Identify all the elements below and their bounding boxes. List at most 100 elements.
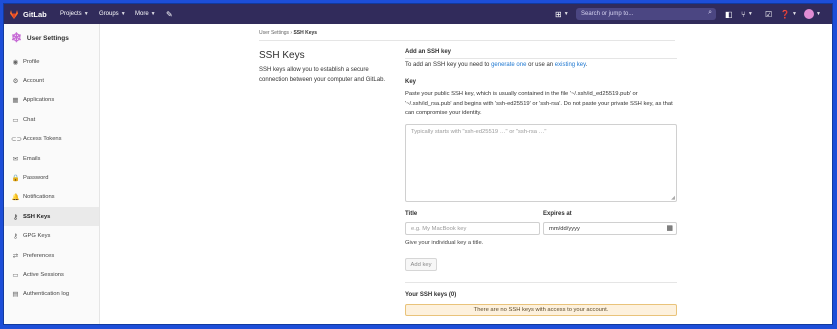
applications-icon: ▦ [12,97,19,105]
nav-more[interactable]: More ▼ [135,4,156,24]
add-key-intro: To add an SSH key you need to generate o… [405,62,587,68]
page-title: SSH Keys [259,50,305,61]
account-icon: ⚙ [12,77,19,85]
nav-projects[interactable]: Projects ▼ [60,4,89,24]
chevron-down-icon: ▼ [816,11,821,17]
intro-text: or use an [526,62,555,68]
sidebar-item-ssh-keys[interactable]: ⚷ SSH Keys [4,207,99,227]
chat-icon: ▭ [12,116,19,124]
your-keys-heading: Your SSH keys (0) [405,292,457,298]
issues-icon[interactable]: ◧ [725,4,733,24]
intro-text: To add an SSH key you need to [405,62,492,68]
sidebar-item-access-tokens[interactable]: ⊂⊃ Access Tokens [4,130,99,149]
sidebar-item-label: Preferences [23,252,55,259]
main-content: User Settings › SSH Keys SSH Keys SSH ke… [100,24,832,324]
chevron-down-icon: ▼ [120,11,126,17]
sidebar-item-label: Active Sessions [23,271,64,278]
calendar-icon[interactable]: ▦ [666,224,673,232]
search-placeholder: Search or jump to... [581,11,634,17]
key-icon: ⚷ [13,213,18,221]
expires-label: Expires at [543,211,572,217]
profile-icon: ◉ [12,58,19,66]
sidebar-item-label: Access Tokens [23,136,62,143]
nav-groups-label: Groups [99,11,119,17]
top-navbar: GitLab Projects ▼ Groups ▼ More ▼ ✎ ⊞ ▼ Sear… [4,4,832,24]
bell-icon: 🔔 [11,194,20,202]
add-key-button[interactable]: Add key [405,258,437,271]
breadcrumb: User Settings › SSH Keys [259,30,317,36]
sessions-icon: ▭ [12,271,19,279]
sidebar-item-label: SSH Keys [23,213,51,220]
title-label: Title [405,211,418,217]
sidebar-item-password[interactable]: 🔒 Password [4,168,99,187]
brand-name: GitLab [23,9,47,19]
intro-text: . [585,62,588,68]
gpg-key-icon: ⚷ [13,233,18,241]
divider [259,40,675,41]
title-input[interactable]: e.g. My MacBook key [405,222,540,235]
sidebar-item-label: Notifications [23,194,55,201]
sidebar-title: User Settings [26,34,69,42]
expires-date-input[interactable]: mm/dd/yyyy ▦ [543,222,677,235]
sidebar-item-notifications[interactable]: 🔔 Notifications [4,188,99,207]
breadcrumb-current: SSH Keys [293,30,318,36]
admin-wrench-icon[interactable]: ✎ [166,4,173,24]
sidebar-item-emails[interactable]: ✉ Emails [4,149,99,168]
sidebar-item-account[interactable]: ⚙ Account [4,71,99,90]
sidebar-item-preferences[interactable]: ⇄ Preferences [4,246,99,265]
new-item-icon[interactable]: ⊞ ▼ [555,4,569,24]
sidebar-item-chat[interactable]: ▭ Chat [4,110,99,129]
key-placeholder: Typically starts with "ssh-ed25519 …" or… [411,129,547,135]
divider [405,58,677,59]
sidebar-item-authentication-log[interactable]: ▤ Authentication log [4,285,99,304]
key-textarea[interactable]: Typically starts with "ssh-ed25519 …" or… [405,124,677,202]
preferences-icon: ⇄ [12,252,19,260]
nav-groups[interactable]: Groups ▼ [99,4,126,24]
chevron-down-icon: ▼ [150,11,156,17]
merge-requests-icon[interactable]: ⑂ ▼ [741,4,753,24]
user-menu[interactable]: ▼ [804,4,821,24]
page-description: SSH keys allow you to establish a secure… [259,67,386,83]
sidebar-item-applications[interactable]: ▦ Applications [4,91,99,110]
generate-one-link[interactable]: generate one [491,62,526,68]
sidebar-item-label: Authentication log [23,291,70,298]
gitlab-logo[interactable]: GitLab [9,4,47,24]
search-input[interactable]: Search or jump to... ⌕ [576,8,716,20]
sidebar-item-label: Profile [23,58,40,65]
breadcrumb-separator: › [290,30,293,36]
expires-value: mm/dd/yyyy [549,225,580,232]
avatar [804,9,814,19]
key-help-text: Paste your public SSH key, which is usua… [405,91,673,116]
breadcrumb-parent[interactable]: User Settings [259,30,289,36]
tanuki-logo-icon [10,9,18,19]
nav-projects-label: Projects [60,11,82,17]
sidebar-header[interactable]: ❄ User Settings [11,30,69,46]
sidebar-item-label: Account [23,77,44,84]
existing-key-link[interactable]: existing key [555,62,586,68]
sidebar-item-label: Applications [23,97,55,104]
empty-keys-alert: There are no SSH keys with access to you… [405,304,677,316]
sidebar-item-label: Emails [23,155,41,162]
app-window: GitLab Projects ▼ Groups ▼ More ▼ ✎ ⊞ ▼ Sear… [3,3,833,325]
title-placeholder: e.g. My MacBook key [411,225,467,232]
sidebar-item-gpg-keys[interactable]: ⚷ GPG Keys [4,227,99,246]
lock-icon: 🔒 [11,174,20,182]
todos-icon[interactable]: ☑ [765,4,772,24]
add-key-heading: Add an SSH key [405,49,452,55]
key-label: Key [405,79,417,85]
sidebar-item-profile[interactable]: ◉ Profile [4,52,99,71]
log-icon: ▤ [12,291,19,299]
nav-more-label: More [135,11,149,17]
email-icon: ✉ [12,155,19,163]
sidebar-item-active-sessions[interactable]: ▭ Active Sessions [4,265,99,284]
sidebar-item-label: Password [23,174,49,181]
token-icon: ⊂⊃ [11,136,22,144]
sidebar-item-label: Chat [23,116,36,123]
search-icon: ⌕ [708,9,712,16]
resize-handle-icon[interactable]: ◢ [671,195,675,201]
divider [405,282,677,283]
help-icon[interactable]: ❓ ▼ [780,4,797,24]
user-settings-avatar-icon: ❄ [11,30,22,45]
chevron-down-icon: ▼ [83,11,89,17]
title-help-text: Give your individual key a title. [405,240,484,246]
